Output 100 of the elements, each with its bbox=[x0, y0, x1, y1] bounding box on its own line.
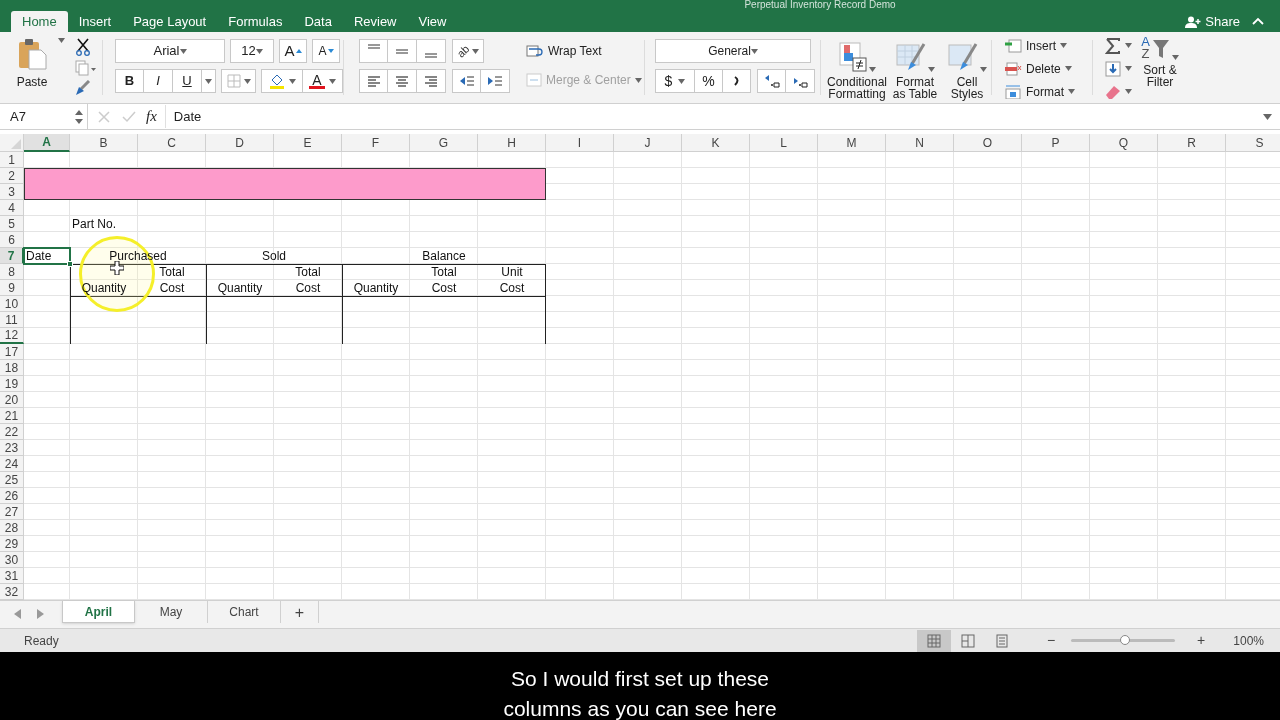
percent-button[interactable]: % bbox=[695, 69, 723, 93]
caret-icon[interactable] bbox=[1125, 66, 1132, 71]
table-cell[interactable]: Quantity bbox=[206, 280, 274, 296]
caret-icon[interactable] bbox=[243, 78, 251, 84]
sheet-tab[interactable]: Chart bbox=[208, 601, 281, 623]
row-header[interactable]: 25 bbox=[0, 472, 24, 488]
underline-menu-button[interactable] bbox=[202, 69, 216, 93]
ribbon-tab[interactable]: Formulas bbox=[217, 11, 294, 32]
column-header[interactable]: H bbox=[478, 134, 546, 152]
vertical-align-button[interactable] bbox=[388, 39, 417, 63]
name-box[interactable]: A7 bbox=[0, 104, 88, 129]
caret-icon[interactable] bbox=[927, 67, 935, 72]
column-header[interactable]: F bbox=[342, 134, 410, 152]
column-header[interactable]: K bbox=[682, 134, 750, 152]
row-header[interactable]: 9 bbox=[0, 280, 24, 296]
brush-icon[interactable] bbox=[75, 80, 91, 96]
caret-icon[interactable] bbox=[58, 38, 65, 43]
fill-button[interactable] bbox=[1105, 59, 1132, 78]
ribbon-tab[interactable]: Home bbox=[11, 11, 68, 32]
table-cell[interactable]: Cost bbox=[138, 280, 206, 296]
orientation-button[interactable]: ab bbox=[452, 39, 484, 63]
format-cells-button[interactable]: Format bbox=[1004, 82, 1092, 101]
caret-icon[interactable] bbox=[1125, 43, 1132, 48]
decrease-indent-button[interactable] bbox=[452, 69, 481, 93]
paste-button[interactable]: Paste bbox=[12, 38, 52, 91]
wrap-text-button[interactable]: Wrap Text bbox=[526, 42, 644, 60]
column-header[interactable]: D bbox=[206, 134, 274, 152]
row-header[interactable]: 8 bbox=[0, 264, 24, 280]
function-button[interactable]: fx bbox=[146, 105, 166, 128]
cell-styles-button[interactable]: Cell Styles bbox=[943, 38, 991, 103]
caret-icon[interactable] bbox=[179, 48, 187, 54]
table-cell[interactable]: Unit bbox=[478, 264, 546, 280]
sheet-tab[interactable]: April bbox=[62, 601, 135, 623]
font-field[interactable]: Arial bbox=[115, 39, 225, 63]
conditional-formatting-button[interactable]: Conditional Formatting bbox=[827, 38, 887, 103]
row-header[interactable]: 12 bbox=[0, 328, 24, 344]
caret-icon[interactable] bbox=[255, 48, 263, 54]
number-format-field[interactable]: General bbox=[655, 39, 811, 63]
row-header[interactable]: 17 bbox=[0, 344, 24, 360]
table-cell[interactable]: Total bbox=[138, 264, 206, 280]
table-cell[interactable]: Sold bbox=[206, 248, 342, 264]
column-header[interactable]: O bbox=[954, 134, 1022, 152]
ribbon-tab[interactable]: View bbox=[407, 11, 458, 32]
currency-button[interactable]: $ bbox=[655, 69, 695, 93]
column-header[interactable]: G bbox=[410, 134, 478, 152]
caret-icon[interactable] bbox=[1171, 55, 1179, 60]
vertical-align-button[interactable] bbox=[359, 39, 388, 63]
caret-icon[interactable] bbox=[979, 67, 987, 72]
table-cell[interactable]: Balance bbox=[342, 248, 546, 264]
row-header[interactable]: 30 bbox=[0, 552, 24, 568]
caret-icon[interactable] bbox=[329, 78, 336, 84]
italic-button[interactable]: I bbox=[144, 69, 173, 93]
caret-icon[interactable] bbox=[1068, 89, 1075, 94]
column-header[interactable]: B bbox=[70, 134, 138, 152]
column-header[interactable]: L bbox=[750, 134, 818, 152]
ribbon-tab[interactable]: Insert bbox=[67, 11, 123, 32]
increase-indent-button[interactable] bbox=[481, 69, 510, 93]
caret-icon[interactable] bbox=[205, 78, 212, 84]
horizontal-align-button[interactable] bbox=[417, 69, 446, 93]
delete-cells-button[interactable]: Delete bbox=[1004, 59, 1092, 78]
table-cell[interactable]: Cost bbox=[410, 280, 478, 296]
caret-icon[interactable] bbox=[1064, 66, 1072, 71]
view-button[interactable] bbox=[916, 629, 951, 652]
column-header[interactable]: S bbox=[1226, 134, 1280, 152]
autosum-button[interactable] bbox=[1105, 36, 1132, 55]
column-header[interactable]: M bbox=[818, 134, 886, 152]
collapse-icon[interactable] bbox=[1252, 17, 1264, 25]
row-header[interactable]: 31 bbox=[0, 568, 24, 584]
column-header[interactable]: E bbox=[274, 134, 342, 152]
row-header[interactable]: 32 bbox=[0, 584, 24, 600]
slider-thumb[interactable] bbox=[1120, 635, 1131, 645]
table-cell[interactable]: Total bbox=[274, 264, 342, 280]
bold-button[interactable]: B bbox=[115, 69, 144, 93]
grow-font-button[interactable]: A bbox=[279, 39, 307, 63]
ribbon-tab[interactable]: Page Layout bbox=[122, 11, 218, 32]
row-header[interactable]: 2 bbox=[0, 168, 24, 184]
row-header[interactable]: 1 bbox=[0, 152, 24, 168]
underline-button[interactable]: U bbox=[173, 69, 202, 93]
increase-decimal-button[interactable] bbox=[757, 69, 786, 93]
caret-icon[interactable] bbox=[1060, 43, 1067, 48]
next-sheet-icon[interactable] bbox=[36, 609, 44, 619]
row-header[interactable]: 29 bbox=[0, 536, 24, 552]
row-header[interactable]: 20 bbox=[0, 392, 24, 408]
column-header[interactable]: J bbox=[614, 134, 682, 152]
column-header[interactable]: P bbox=[1022, 134, 1090, 152]
font-size-field[interactable]: 12 bbox=[230, 39, 274, 63]
column-header[interactable]: I bbox=[546, 134, 614, 152]
previous-sheet-icon[interactable] bbox=[14, 609, 22, 619]
column-header[interactable]: R bbox=[1158, 134, 1226, 152]
formula-field[interactable]: Date bbox=[165, 104, 1280, 129]
row-header[interactable]: 10 bbox=[0, 296, 24, 312]
column-header[interactable]: A bbox=[24, 134, 70, 152]
column-header[interactable]: C bbox=[138, 134, 206, 152]
sort-filter-button[interactable]: A Z Sort & Filter bbox=[1140, 36, 1180, 103]
row-header[interactable]: 22 bbox=[0, 424, 24, 440]
row-header[interactable]: 27 bbox=[0, 504, 24, 520]
table-cell[interactable]: Date bbox=[24, 248, 70, 264]
ribbon-tab[interactable]: Data bbox=[293, 11, 343, 32]
row-header[interactable]: 26 bbox=[0, 488, 24, 504]
table-cell[interactable]: Cost bbox=[478, 280, 546, 296]
